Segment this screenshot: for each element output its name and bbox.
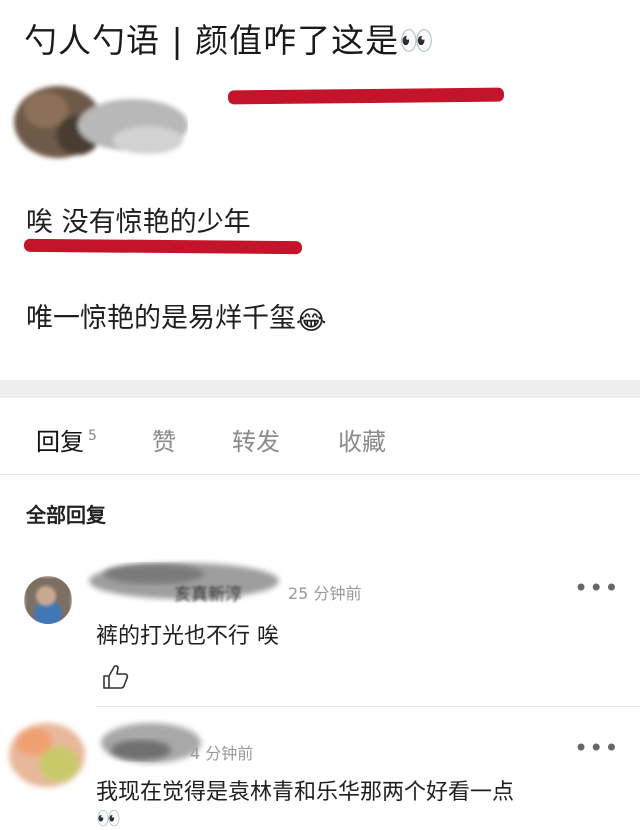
section-separator	[0, 380, 640, 398]
redacted-avatar-scribble	[4, 712, 90, 798]
redacted-author-scribble	[8, 80, 188, 165]
post-title-text: 勺人勺语 | 颜值咋了这是	[24, 21, 400, 60]
thumbs-up-icon[interactable]	[102, 664, 130, 694]
tab-likes[interactable]: 赞	[152, 422, 176, 457]
tab-bar: 回复 5 赞 转发 收藏	[0, 398, 640, 475]
post-line-2-text: 唯一惊艳的是易烊千玺	[26, 303, 296, 334]
comment-timestamp: 25 分钟前	[288, 584, 362, 603]
laughing-tears-emoji-icon: 😂	[296, 306, 327, 336]
tab-replies[interactable]: 回复 5	[36, 422, 97, 457]
post-line-1: 唉 没有惊艳的少年	[26, 207, 251, 238]
post-line-2: 唯一惊艳的是易烊千玺😂	[26, 296, 326, 336]
eyes-emoji-icon: 👀	[96, 806, 121, 830]
tab-replies-label: 回复	[36, 428, 84, 456]
avatar[interactable]	[24, 576, 72, 624]
comment-timestamp: 4 分钟前	[190, 744, 254, 763]
comment-text: 我现在觉得是袁林青和乐华那两个好看一点	[96, 780, 515, 805]
red-underline-mark-2	[23, 238, 303, 255]
comment-divider	[96, 706, 640, 707]
eyes-emoji-icon: 👀	[399, 24, 435, 57]
commenter-name[interactable]: 亥真新淳	[174, 580, 242, 605]
reply-count-badge: 5	[88, 428, 97, 444]
more-options-icon[interactable]: •••	[574, 734, 619, 762]
post-title: 勺人勺语 | 颜值咋了这是👀	[24, 14, 435, 62]
tab-favorites[interactable]: 收藏	[338, 422, 386, 457]
all-replies-heading: 全部回复	[26, 503, 106, 527]
more-options-icon[interactable]: •••	[574, 574, 619, 602]
comment-text: 裤的打光也不行 唉	[96, 624, 279, 649]
red-underline-mark	[227, 87, 505, 105]
tab-reposts[interactable]: 转发	[232, 422, 280, 457]
